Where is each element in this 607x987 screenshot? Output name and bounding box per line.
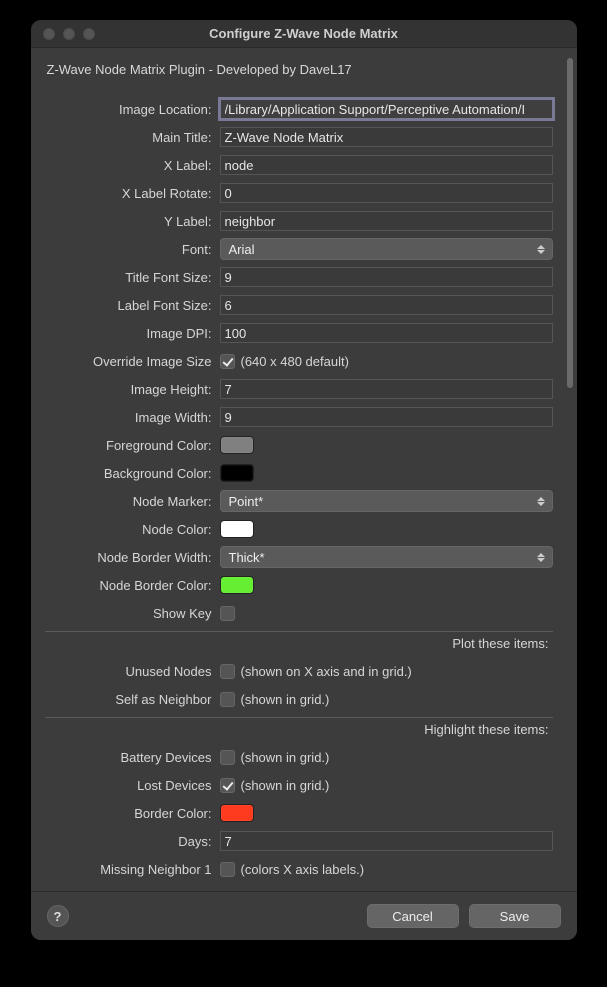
override-size-checkbox[interactable] (220, 354, 235, 369)
missing-neighbor-1-hint: (colors X axis labels.) (241, 862, 365, 877)
override-size-hint: (640 x 480 default) (241, 354, 349, 369)
image-dpi-label: Image DPI: (45, 326, 220, 341)
show-key-label: Show Key (45, 606, 220, 621)
plot-these-section-label: Plot these items: (45, 634, 553, 657)
node-border-color-swatch[interactable] (220, 576, 254, 594)
node-border-color-label: Node Border Color: (45, 578, 220, 593)
battery-devices-hint: (shown in grid.) (241, 750, 330, 765)
node-color-label: Node Color: (45, 522, 220, 537)
plugin-subtitle: Z-Wave Node Matrix Plugin - Developed by… (45, 58, 563, 95)
self-as-neighbor-checkbox[interactable] (220, 692, 235, 707)
highlight-border-color-label: Border Color: (45, 806, 220, 821)
scrollbar-thumb[interactable] (567, 58, 573, 388)
label-font-size-input[interactable] (220, 295, 553, 315)
y-label-input[interactable] (220, 211, 553, 231)
font-label: Font: (45, 242, 220, 257)
days-label: Days: (45, 834, 220, 849)
main-title-label: Main Title: (45, 130, 220, 145)
image-location-label: Image Location: (45, 102, 220, 117)
x-label-rotate-input[interactable] (220, 183, 553, 203)
background-color-label: Background Color: (45, 466, 220, 481)
node-marker-value: Point* (229, 494, 264, 509)
zoom-icon[interactable] (83, 28, 95, 40)
minimize-icon[interactable] (63, 28, 75, 40)
battery-devices-label: Battery Devices (45, 750, 220, 765)
image-width-input[interactable] (220, 407, 553, 427)
font-select[interactable]: Arial (220, 238, 553, 260)
label-font-size-label: Label Font Size: (45, 298, 220, 313)
window-title: Configure Z-Wave Node Matrix (31, 26, 577, 41)
x-label-label: X Label: (45, 158, 220, 173)
help-button[interactable]: ? (47, 905, 69, 927)
battery-devices-checkbox[interactable] (220, 750, 235, 765)
image-height-input[interactable] (220, 379, 553, 399)
days-input[interactable] (220, 831, 553, 851)
chevron-updown-icon (536, 550, 546, 564)
image-dpi-input[interactable] (220, 323, 553, 343)
self-as-neighbor-label: Self as Neighbor (45, 692, 220, 707)
node-color-swatch[interactable] (220, 520, 254, 538)
image-width-label: Image Width: (45, 410, 220, 425)
save-button[interactable]: Save (469, 904, 561, 928)
content-area: Z-Wave Node Matrix Plugin - Developed by… (31, 48, 577, 883)
main-title-input[interactable] (220, 127, 553, 147)
close-icon[interactable] (43, 28, 55, 40)
node-border-width-select[interactable]: Thick* (220, 546, 553, 568)
font-select-value: Arial (229, 242, 255, 257)
form: Image Location: Main Title: X Label: X L… (45, 95, 563, 883)
y-label-label: Y Label: (45, 214, 220, 229)
foreground-color-swatch[interactable] (220, 436, 254, 454)
node-border-width-value: Thick* (229, 550, 265, 565)
node-border-width-label: Node Border Width: (45, 550, 220, 565)
lost-devices-label: Lost Devices (45, 778, 220, 793)
highlight-border-color-swatch[interactable] (220, 804, 254, 822)
separator (45, 631, 553, 632)
title-font-size-label: Title Font Size: (45, 270, 220, 285)
unused-nodes-hint: (shown on X axis and in grid.) (241, 664, 412, 679)
unused-nodes-label: Unused Nodes (45, 664, 220, 679)
node-marker-label: Node Marker: (45, 494, 220, 509)
missing-neighbor-1-checkbox[interactable] (220, 862, 235, 877)
footer: ? Cancel Save (31, 891, 577, 940)
background-color-swatch[interactable] (220, 464, 254, 482)
foreground-color-label: Foreground Color: (45, 438, 220, 453)
image-height-label: Image Height: (45, 382, 220, 397)
title-font-size-input[interactable] (220, 267, 553, 287)
chevron-updown-icon (536, 494, 546, 508)
x-label-rotate-label: X Label Rotate: (45, 186, 220, 201)
self-as-neighbor-hint: (shown in grid.) (241, 692, 330, 707)
unused-nodes-checkbox[interactable] (220, 664, 235, 679)
highlight-these-section-label: Highlight these items: (45, 720, 553, 743)
image-location-input[interactable] (220, 99, 553, 119)
lost-devices-checkbox[interactable] (220, 778, 235, 793)
cancel-button[interactable]: Cancel (367, 904, 459, 928)
lost-devices-hint: (shown in grid.) (241, 778, 330, 793)
missing-neighbor-1-label: Missing Neighbor 1 (45, 862, 220, 877)
titlebar: Configure Z-Wave Node Matrix (31, 20, 577, 48)
chevron-updown-icon (536, 242, 546, 256)
override-size-label: Override Image Size (45, 354, 220, 369)
x-label-input[interactable] (220, 155, 553, 175)
window-controls (31, 28, 95, 40)
separator (45, 717, 553, 718)
node-marker-select[interactable]: Point* (220, 490, 553, 512)
show-key-checkbox[interactable] (220, 606, 235, 621)
config-window: Configure Z-Wave Node Matrix Z-Wave Node… (31, 20, 577, 940)
